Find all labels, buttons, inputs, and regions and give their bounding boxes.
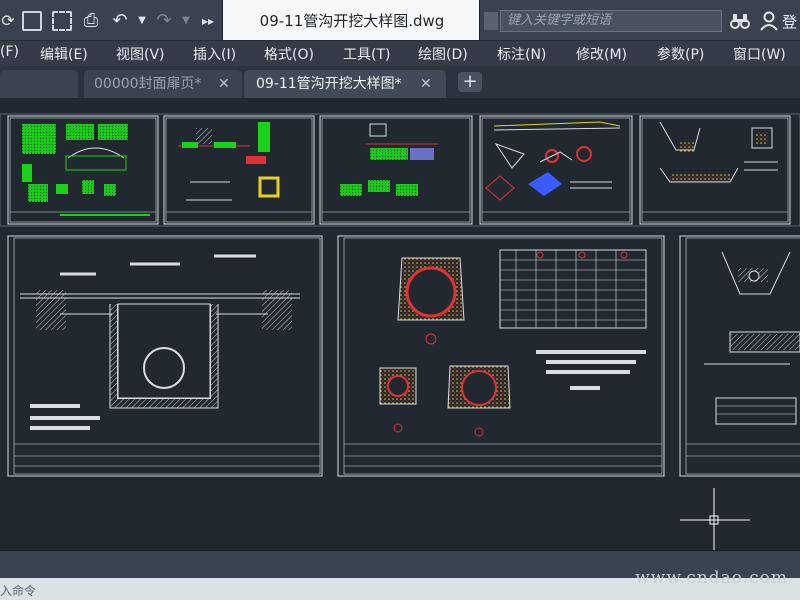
sheet-pipe-detail bbox=[337, 235, 665, 477]
login-label[interactable]: 登 bbox=[782, 11, 797, 32]
cad-drawing bbox=[0, 113, 800, 550]
binoculars-icon[interactable] bbox=[730, 11, 750, 31]
undo-dropdown-icon[interactable]: ▼ bbox=[136, 10, 148, 32]
document-title-tab: 09-11管沟开挖大样图.dwg bbox=[222, 0, 480, 40]
document-title: 09-11管沟开挖大样图.dwg bbox=[259, 12, 445, 30]
save-icon[interactable] bbox=[22, 11, 42, 31]
menu-draw[interactable]: 绘图(D) bbox=[418, 44, 468, 64]
menu-view[interactable]: 视图(V) bbox=[116, 44, 165, 64]
watermark-text: www.cndao.com bbox=[635, 568, 788, 588]
file-tab-active[interactable]: 09-11管沟开挖大样图* ✕ bbox=[244, 70, 446, 98]
menu-dimension[interactable]: 标注(N) bbox=[497, 44, 546, 64]
file-tab-label: 09-11管沟开挖大样图* bbox=[256, 76, 402, 92]
search-expand-icon[interactable] bbox=[484, 12, 498, 30]
command-prompt[interactable]: 入命令 bbox=[0, 582, 36, 599]
menu-file[interactable]: (F) bbox=[0, 44, 19, 60]
menu-modify[interactable]: 修改(M) bbox=[576, 44, 627, 64]
more-commands-icon[interactable]: ▸▸ bbox=[198, 10, 218, 32]
menu-insert[interactable]: 插入(I) bbox=[193, 44, 236, 64]
sheet-partial-right bbox=[679, 235, 800, 477]
file-tab-bar: 00000封面扉页* ✕ 09-11管沟开挖大样图* ✕ bbox=[0, 66, 800, 98]
title-bar: ⟳ ⎙ ↶ ▼ ↷ ▼ ▸▸ 09-11管沟开挖大样图.dwg 键入关键字或短语… bbox=[0, 0, 800, 40]
search-input[interactable]: 键入关键字或短语 bbox=[500, 10, 722, 32]
close-tab-icon[interactable]: ✕ bbox=[218, 70, 230, 98]
undo-icon[interactable]: ↶ bbox=[110, 10, 130, 32]
menu-tools[interactable]: 工具(T) bbox=[343, 44, 390, 64]
crosshair-cursor bbox=[680, 488, 750, 550]
menu-window[interactable]: 窗口(W) bbox=[733, 44, 786, 64]
redo-icon[interactable]: ↷ bbox=[154, 10, 174, 32]
menu-bar: (F) 编辑(E) 视图(V) 插入(I) 格式(O) 工具(T) 绘图(D) … bbox=[0, 40, 800, 66]
user-icon[interactable] bbox=[760, 11, 778, 31]
save-as-icon[interactable] bbox=[52, 11, 72, 31]
open-icon[interactable]: ⟳ bbox=[0, 10, 16, 32]
drawing-canvas[interactable] bbox=[0, 98, 800, 550]
file-tab-label: 00000封面扉页* bbox=[94, 76, 202, 92]
close-tab-icon[interactable]: ✕ bbox=[420, 70, 432, 98]
new-tab-icon[interactable]: + bbox=[458, 72, 482, 92]
menu-edit[interactable]: 编辑(E) bbox=[40, 44, 88, 64]
file-tab-cover[interactable]: 00000封面扉页* ✕ bbox=[84, 70, 242, 98]
sheet-main-section bbox=[7, 235, 323, 477]
menu-format[interactable]: 格式(O) bbox=[264, 44, 314, 64]
file-tab-start[interactable] bbox=[0, 70, 78, 98]
redo-dropdown-icon[interactable]: ▼ bbox=[180, 10, 192, 32]
menu-parametric[interactable]: 参数(P) bbox=[657, 44, 704, 64]
print-icon[interactable]: ⎙ bbox=[78, 10, 104, 32]
